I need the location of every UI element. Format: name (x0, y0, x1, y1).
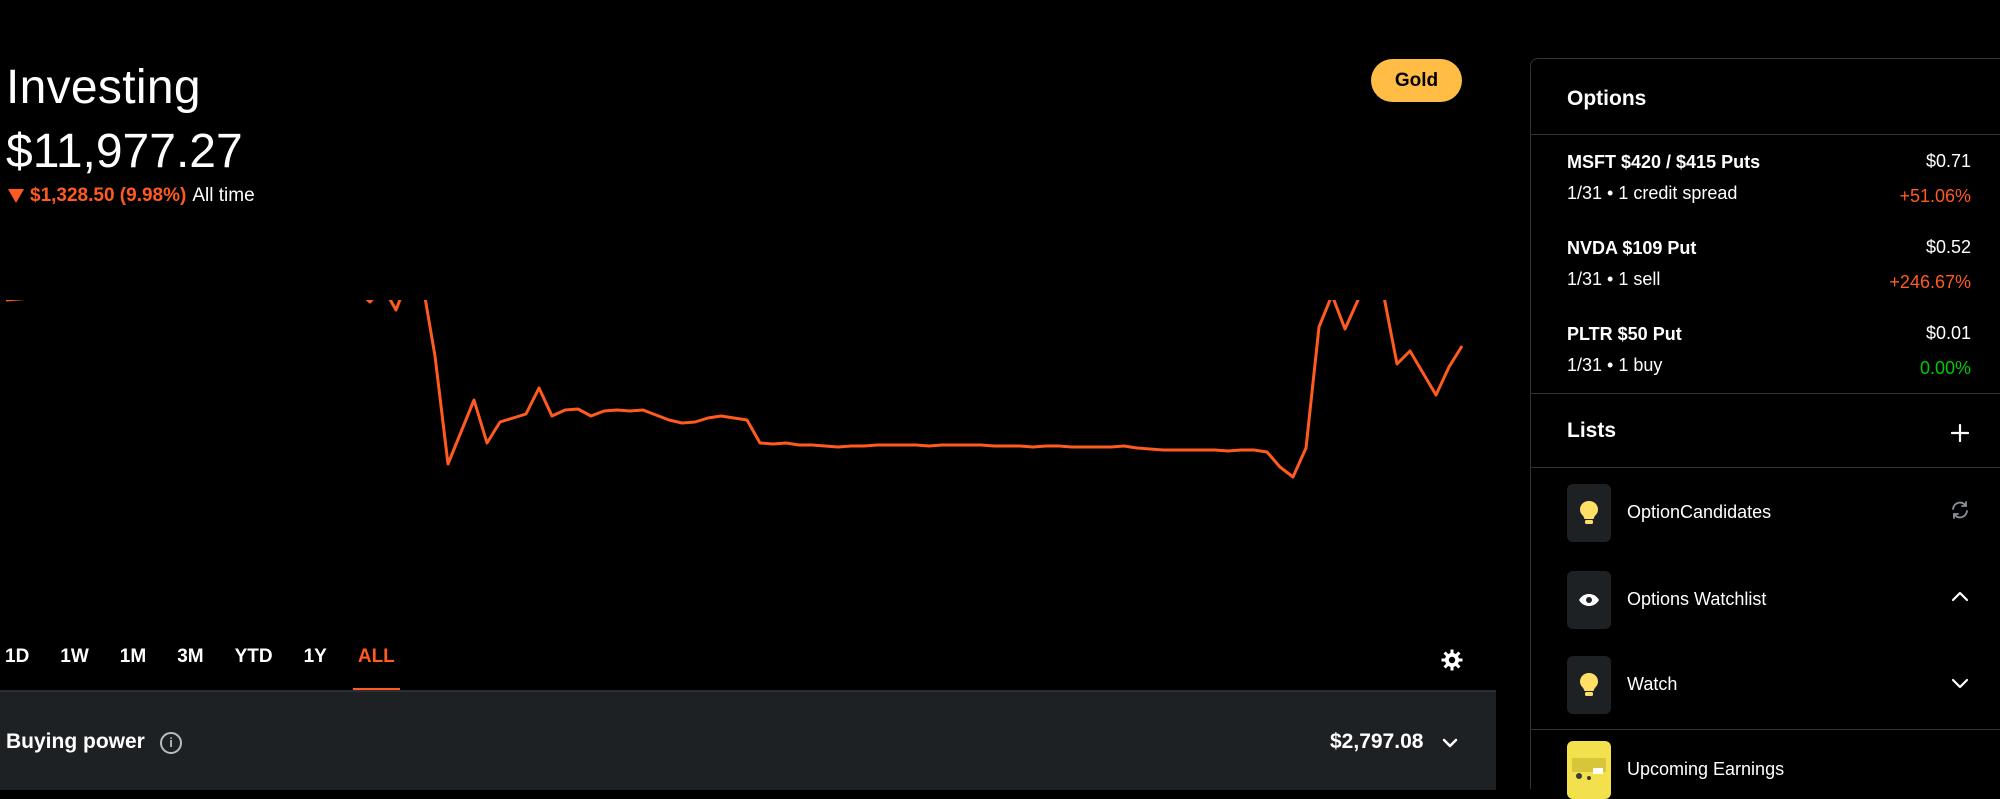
list-label[interactable]: Watch (1627, 674, 1677, 695)
gear-icon[interactable] (1440, 648, 1464, 672)
change-period: All time (192, 185, 255, 206)
option-details: 1/31 • 1 sell (1567, 269, 1661, 289)
option-change: 0.00% (1919, 358, 1971, 378)
option-name[interactable]: PLTR $50 Put (1567, 324, 1682, 345)
lightbulb-icon (1567, 656, 1611, 714)
change-value: $1,328.50 (9.98%) (30, 185, 187, 206)
tab-1m[interactable]: 1M (115, 645, 151, 691)
add-list-button[interactable] (1949, 422, 1971, 444)
eye-icon (1567, 571, 1611, 629)
list-label[interactable]: Options Watchlist (1627, 589, 1766, 610)
tab-1d[interactable]: 1D (0, 645, 34, 691)
divider (1531, 393, 2000, 394)
tab-1w[interactable]: 1W (55, 645, 94, 691)
list-label[interactable]: OptionCandidates (1627, 502, 1771, 523)
change-amount: $1,328.50 (9.98%) (8, 185, 186, 207)
tab-all[interactable]: ALL (352, 645, 400, 691)
calendar-icon (1567, 741, 1611, 799)
chevron-up-icon[interactable] (1949, 586, 1971, 608)
divider (1531, 134, 2000, 135)
option-change: +246.67% (1889, 272, 1971, 292)
divider (1531, 729, 2000, 730)
portfolio-change: $1,328.50 (9.98%) All time (8, 185, 255, 207)
portfolio-chart[interactable] (0, 300, 1470, 630)
option-name[interactable]: MSFT $420 / $415 Puts (1567, 152, 1760, 173)
buying-power-panel[interactable] (0, 690, 1496, 790)
divider (1531, 467, 2000, 468)
chevron-down-icon[interactable] (1440, 733, 1460, 753)
option-details: 1/31 • 1 buy (1567, 355, 1663, 375)
info-icon[interactable]: i (160, 732, 182, 754)
portfolio-balance: $11,977.27 (6, 125, 243, 178)
options-title: Options (1567, 87, 1647, 110)
page-title: Investing (6, 61, 201, 114)
option-price: $0.71 (1925, 151, 1971, 171)
tab-ytd[interactable]: YTD (230, 645, 278, 691)
tab-3m[interactable]: 3M (172, 645, 208, 691)
tab-1y[interactable]: 1Y (299, 645, 332, 691)
lightbulb-icon (1567, 484, 1611, 542)
range-tabs: 1D 1W 1M 3M YTD 1Y ALL (0, 645, 421, 691)
lists-title: Lists (1567, 419, 1617, 442)
option-details: 1/31 • 1 credit spread (1567, 183, 1738, 203)
buying-power-label: Buying power (6, 730, 145, 753)
refresh-icon[interactable] (1949, 499, 1971, 521)
list-label[interactable]: Upcoming Earnings (1627, 759, 1784, 780)
down-arrow-icon (8, 189, 24, 203)
option-change: +51.06% (1899, 186, 1971, 206)
buying-power-value: $2,797.08 (1330, 730, 1424, 753)
option-name[interactable]: NVDA $109 Put (1567, 238, 1696, 259)
option-price: $0.01 (1925, 323, 1971, 343)
sidebar: Options MSFT $420 / $415 Puts 1/31 • 1 c… (1530, 58, 2000, 799)
gold-button[interactable]: Gold (1371, 59, 1462, 102)
portfolio-line (6, 300, 1464, 479)
chevron-down-icon[interactable] (1949, 672, 1971, 694)
option-price: $0.52 (1925, 237, 1971, 257)
